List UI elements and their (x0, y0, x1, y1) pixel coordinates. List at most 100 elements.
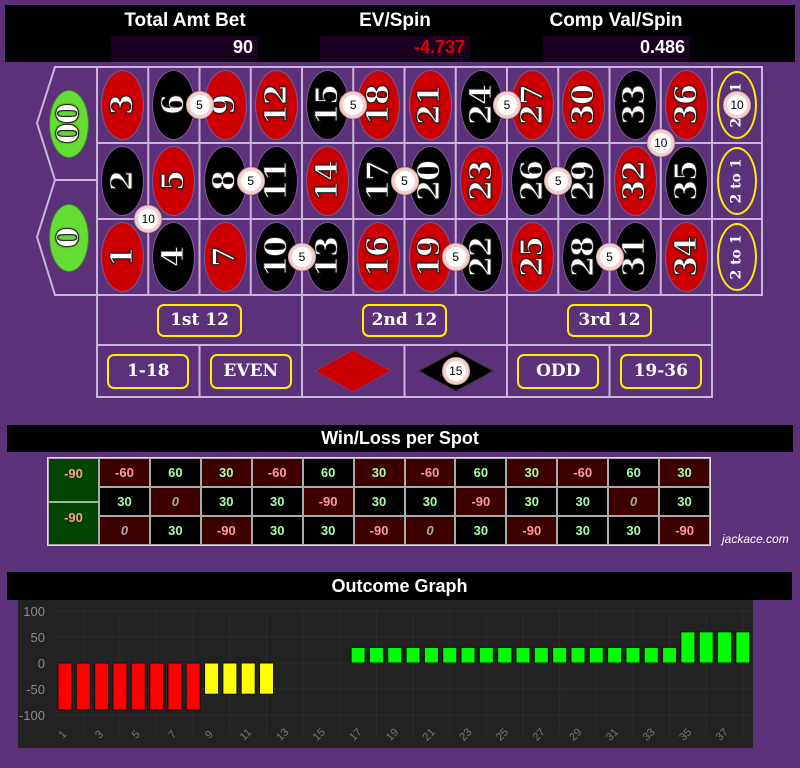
outcome-graph-title: Outcome Graph (7, 572, 792, 600)
red-bet[interactable] (302, 345, 405, 397)
site-watermark: jackace.com (722, 532, 789, 546)
bar-26 (515, 646, 531, 664)
bar-31 (607, 646, 623, 664)
number-label: 24 (463, 85, 499, 126)
number-label: 4 (155, 247, 191, 268)
chip-amount: 10 (727, 95, 747, 115)
chip-split[interactable]: 5 (236, 167, 265, 195)
chip-split[interactable]: 5 (493, 91, 521, 119)
win-loss-table: -90 -90 -60 60 30 -60 60 30 -60 60 30 -60 60 30 30 0 3… (47, 457, 711, 546)
chip-amount: 5 (343, 95, 364, 115)
win-loss-cell-34: -90 (659, 516, 710, 545)
win-loss-cell-12: -60 (251, 458, 303, 487)
chip-split[interactable]: 5 (288, 243, 316, 271)
x-tick-label: 15 (311, 726, 328, 743)
y-tick-label: 100 (23, 604, 45, 619)
x-tick-label: 29 (567, 726, 584, 743)
red-oval: 30 (562, 70, 606, 140)
x-tick-label: 37 (714, 726, 731, 743)
zero-cell[interactable]: 0 (40, 181, 97, 294)
chip-corner[interactable]: 10 (646, 129, 675, 157)
red-oval: 32 (613, 146, 657, 216)
x-tick-label: 23 (457, 726, 474, 743)
black-oval: 35 (664, 146, 708, 216)
number-cell-25[interactable]: 25 (507, 219, 558, 295)
number-label: 15 (309, 85, 345, 126)
win-loss-cell-16: -90 (353, 516, 405, 545)
bar-19 (387, 646, 403, 664)
chip-amount: 10 (138, 209, 159, 229)
bar-18 (368, 646, 384, 664)
number-label: 19 (412, 237, 448, 278)
chip-split[interactable]: 5 (390, 167, 419, 195)
chip-split[interactable]: 5 (441, 243, 470, 271)
chip-column[interactable]: 10 (723, 91, 751, 119)
column-bet-middle[interactable]: 2 to 1 (712, 143, 762, 219)
dozen-bet-2[interactable]: 2nd 12 (302, 295, 507, 345)
odd-bet[interactable]: ODD (507, 345, 610, 397)
y-tick-label: -100 (19, 708, 45, 723)
number-cell-12[interactable]: 12 (251, 67, 302, 143)
number-cell-23[interactable]: 23 (456, 143, 507, 219)
number-cell-7[interactable]: 7 (200, 219, 251, 295)
chip-outside[interactable]: 15 (441, 357, 470, 385)
column-bet-bottom[interactable]: 2 to 1 (712, 219, 762, 295)
odd-label: ODD (517, 353, 600, 389)
bar-34 (662, 646, 678, 664)
chip-split[interactable]: 5 (595, 243, 624, 271)
win-loss-cell-17: 30 (353, 487, 405, 516)
red-diamond-icon (314, 349, 393, 393)
number-cell-16[interactable]: 16 (353, 219, 404, 295)
bar-33 (643, 646, 659, 664)
number-label: 2 (104, 171, 140, 192)
high-bet[interactable]: 19-36 (610, 345, 713, 397)
number-label: 35 (668, 161, 704, 202)
bar-36 (698, 631, 714, 664)
bar-4 (112, 662, 128, 711)
low-bet[interactable]: 1-18 (97, 345, 200, 397)
red-oval: 7 (203, 222, 247, 292)
x-tick-label: 5 (130, 728, 143, 741)
double-zero-label: 00 (50, 103, 86, 144)
bar-10 (222, 662, 238, 695)
low-label: 1-18 (107, 353, 190, 389)
number-label: 12 (258, 85, 294, 126)
chip-amount: 15 (445, 361, 466, 381)
bar-17 (350, 646, 366, 664)
chip-split[interactable]: 5 (185, 91, 214, 119)
number-cell-3[interactable]: 3 (97, 67, 148, 143)
y-tick-label: -50 (26, 682, 45, 697)
win-loss-cell-2: 30 (99, 487, 150, 516)
chip-amount: 5 (599, 247, 620, 267)
number-label: 3 (104, 95, 140, 116)
number-label: 36 (668, 85, 704, 126)
number-cell-34[interactable]: 34 (661, 219, 712, 295)
green-oval: 0 (48, 203, 89, 272)
red-oval: 1 (101, 222, 145, 292)
number-cell-21[interactable]: 21 (405, 67, 456, 143)
dozen-bet-1[interactable]: 1st 12 (97, 295, 302, 345)
win-loss-zero-column: -90 -90 (48, 458, 99, 545)
number-label: 13 (309, 237, 345, 278)
bar-8 (185, 662, 201, 711)
even-label: EVEN (209, 353, 292, 389)
number-cell-30[interactable]: 30 (558, 67, 609, 143)
number-cell-14[interactable]: 14 (302, 143, 353, 219)
win-loss-cell-25: -90 (506, 516, 558, 545)
black-oval: 4 (152, 222, 196, 292)
double-zero-cell[interactable]: 00 (40, 67, 97, 180)
x-tick-label: 21 (421, 726, 438, 743)
dozen-label: 2nd 12 (362, 303, 447, 337)
number-label: 16 (360, 237, 396, 278)
bar-32 (625, 646, 641, 664)
even-bet[interactable]: EVEN (200, 345, 303, 397)
win-loss-cell-32: 0 (608, 487, 660, 516)
x-tick-label: 19 (384, 726, 401, 743)
dozen-bet-3[interactable]: 3rd 12 (507, 295, 712, 345)
chip-amount: 5 (394, 171, 415, 191)
win-loss-cell-6: 60 (149, 458, 201, 487)
win-loss-cell-27: 30 (506, 458, 558, 487)
x-tick-label: 11 (238, 727, 255, 744)
win-loss-cell-19: 0 (404, 516, 456, 545)
red-oval: 34 (664, 222, 708, 292)
